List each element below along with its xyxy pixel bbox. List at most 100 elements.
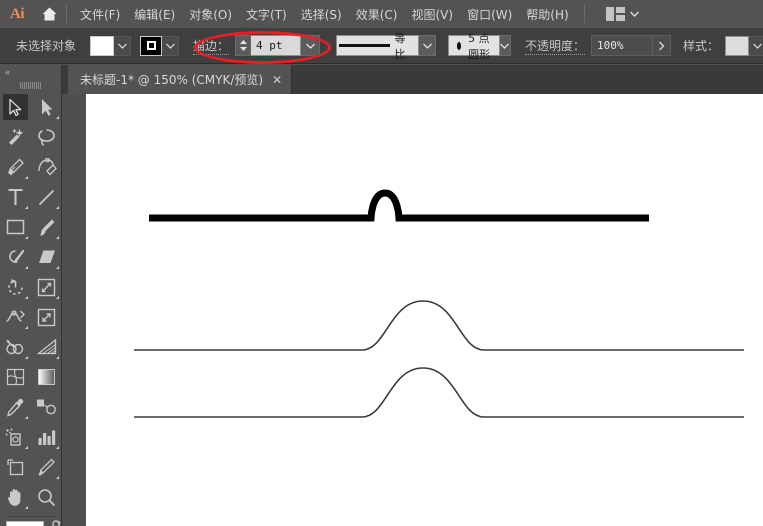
- lasso-tool[interactable]: [31, 122, 62, 152]
- flyout-indicator: [25, 296, 28, 299]
- eyedropper-tool[interactable]: [0, 392, 31, 422]
- artboard-tool[interactable]: [0, 452, 31, 482]
- chevron-down-icon: [629, 11, 639, 17]
- graphic-style-control[interactable]: 样式：: [683, 35, 763, 56]
- style-swatch[interactable]: [725, 35, 750, 56]
- document-tab-title: 未标题-1* @ 150% (CMYK/预览): [80, 73, 264, 87]
- stroke-profile-preview: [339, 44, 391, 47]
- path-thin-line-with-bump-lower[interactable]: [134, 367, 744, 418]
- path-thick-line-with-small-bump[interactable]: [149, 189, 649, 222]
- opacity-field-group[interactable]: 100%: [591, 35, 672, 56]
- canvas-area[interactable]: [62, 94, 763, 526]
- scale-icon: [37, 278, 56, 296]
- mesh-icon: [6, 368, 25, 386]
- stroke-profile-control[interactable]: 等比: [336, 32, 437, 61]
- stroke-weight-control[interactable]: 描边： 4 pt: [193, 35, 321, 56]
- menu-item-effect[interactable]: 效果(C): [349, 2, 405, 27]
- magic-wand-tool[interactable]: [0, 122, 31, 152]
- menu-item-object[interactable]: 对象(O): [182, 2, 239, 27]
- line-segment-tool[interactable]: [31, 182, 62, 212]
- type-tool[interactable]: [0, 182, 31, 212]
- menu-item-file[interactable]: 文件(F): [73, 2, 127, 27]
- eyedropper-icon: [7, 398, 24, 417]
- menu-item-help[interactable]: 帮助(H): [519, 2, 575, 27]
- mesh-tool[interactable]: [0, 362, 31, 392]
- menu-item-window[interactable]: 窗口(W): [460, 2, 519, 27]
- menu-item-select[interactable]: 选择(S): [294, 2, 349, 27]
- double-chevron-left-icon[interactable]: «: [0, 65, 61, 79]
- stroke-weight-stepper[interactable]: [235, 35, 252, 56]
- chevron-down-icon: [752, 43, 762, 49]
- direct-selection-arrow-icon: [42, 98, 53, 116]
- selection-tool[interactable]: [0, 92, 31, 122]
- width-tool[interactable]: [0, 302, 31, 332]
- slice-tool[interactable]: [31, 452, 62, 482]
- drag-grip-icon[interactable]: [0, 79, 61, 92]
- direct-selection-tool[interactable]: [31, 92, 62, 122]
- artboard[interactable]: [86, 94, 763, 526]
- stroke-weight-field-group[interactable]: 4 pt: [235, 35, 321, 56]
- brush-definition-control[interactable]: 5 点圆形: [448, 32, 512, 61]
- curvature-tool[interactable]: [31, 152, 62, 182]
- stroke-swatch-group[interactable]: [140, 35, 180, 56]
- free-transform-tool[interactable]: [31, 302, 62, 332]
- fill-swatch-group[interactable]: [90, 35, 132, 56]
- gradient-icon: [38, 369, 55, 385]
- rectangle-tool[interactable]: [0, 212, 31, 242]
- stroke-profile-display[interactable]: 等比: [336, 32, 419, 61]
- symbol-sprayer-tool[interactable]: [0, 422, 31, 452]
- shape-builder-icon: [6, 339, 24, 354]
- menu-item-view[interactable]: 视图(V): [404, 2, 460, 27]
- style-dropdown-button[interactable]: [749, 35, 763, 56]
- pen-tool[interactable]: [0, 152, 31, 182]
- fill-color-box[interactable]: [6, 521, 44, 526]
- style-swatch-group[interactable]: [725, 35, 763, 56]
- shaper-icon: [8, 249, 24, 263]
- type-T-icon: [8, 188, 23, 205]
- brush-dropdown-button[interactable]: [499, 35, 512, 56]
- workspace-layout-icon: [605, 7, 625, 21]
- hand-tool[interactable]: [0, 482, 31, 512]
- toolbar-divider: [5, 516, 56, 517]
- fill-swatch[interactable]: [90, 35, 115, 56]
- flyout-indicator: [25, 446, 28, 449]
- path-thin-line-with-bump-upper[interactable]: [134, 300, 744, 351]
- rotate-tool[interactable]: [0, 272, 31, 302]
- flyout-indicator: [56, 236, 59, 239]
- blend-tool[interactable]: [31, 392, 62, 422]
- perspective-grid-tool[interactable]: [31, 332, 62, 362]
- stroke-dropdown-button[interactable]: [162, 35, 180, 56]
- stroke-weight-dropdown-button[interactable]: [301, 35, 321, 56]
- menu-item-edit[interactable]: 编辑(E): [127, 2, 182, 27]
- flyout-indicator: [25, 206, 28, 209]
- home-button[interactable]: [34, 0, 64, 28]
- options-bar-grip[interactable]: [2, 33, 8, 59]
- stroke-swatch[interactable]: [140, 35, 163, 56]
- opacity-label[interactable]: 不透明度：: [525, 37, 586, 55]
- paintbrush-tool[interactable]: [31, 212, 62, 242]
- stroke-weight-label[interactable]: 描边：: [193, 37, 230, 55]
- gradient-tool[interactable]: [31, 362, 62, 392]
- line-icon: [38, 189, 55, 205]
- swap-fill-stroke-icon[interactable]: [50, 520, 66, 526]
- shaper-pencil-tool[interactable]: [0, 242, 31, 272]
- stroke-profile-dropdown-button[interactable]: [418, 35, 437, 56]
- shape-builder-tool[interactable]: [0, 332, 31, 362]
- flyout-indicator: [25, 236, 28, 239]
- opacity-flyout-button[interactable]: [653, 35, 672, 56]
- close-icon[interactable]: ✕: [272, 74, 282, 86]
- fill-dropdown-button[interactable]: [114, 35, 132, 56]
- stroke-weight-input[interactable]: 4 pt: [251, 35, 302, 56]
- column-graph-tool[interactable]: [31, 422, 62, 452]
- scale-tool[interactable]: [31, 272, 62, 302]
- menu-item-type[interactable]: 文字(T): [239, 2, 294, 27]
- opacity-input[interactable]: 100%: [591, 35, 654, 56]
- document-tab[interactable]: 未标题-1* @ 150% (CMYK/预览) ✕: [68, 65, 293, 94]
- eraser-tool[interactable]: [31, 242, 62, 272]
- workspace-switcher[interactable]: [601, 4, 644, 24]
- symbol-sprayer-icon: [5, 428, 21, 446]
- flyout-indicator: [56, 296, 59, 299]
- zoom-tool[interactable]: [31, 482, 62, 512]
- brush-display[interactable]: 5 点圆形: [448, 32, 500, 61]
- opacity-control[interactable]: 不透明度： 100%: [525, 35, 672, 56]
